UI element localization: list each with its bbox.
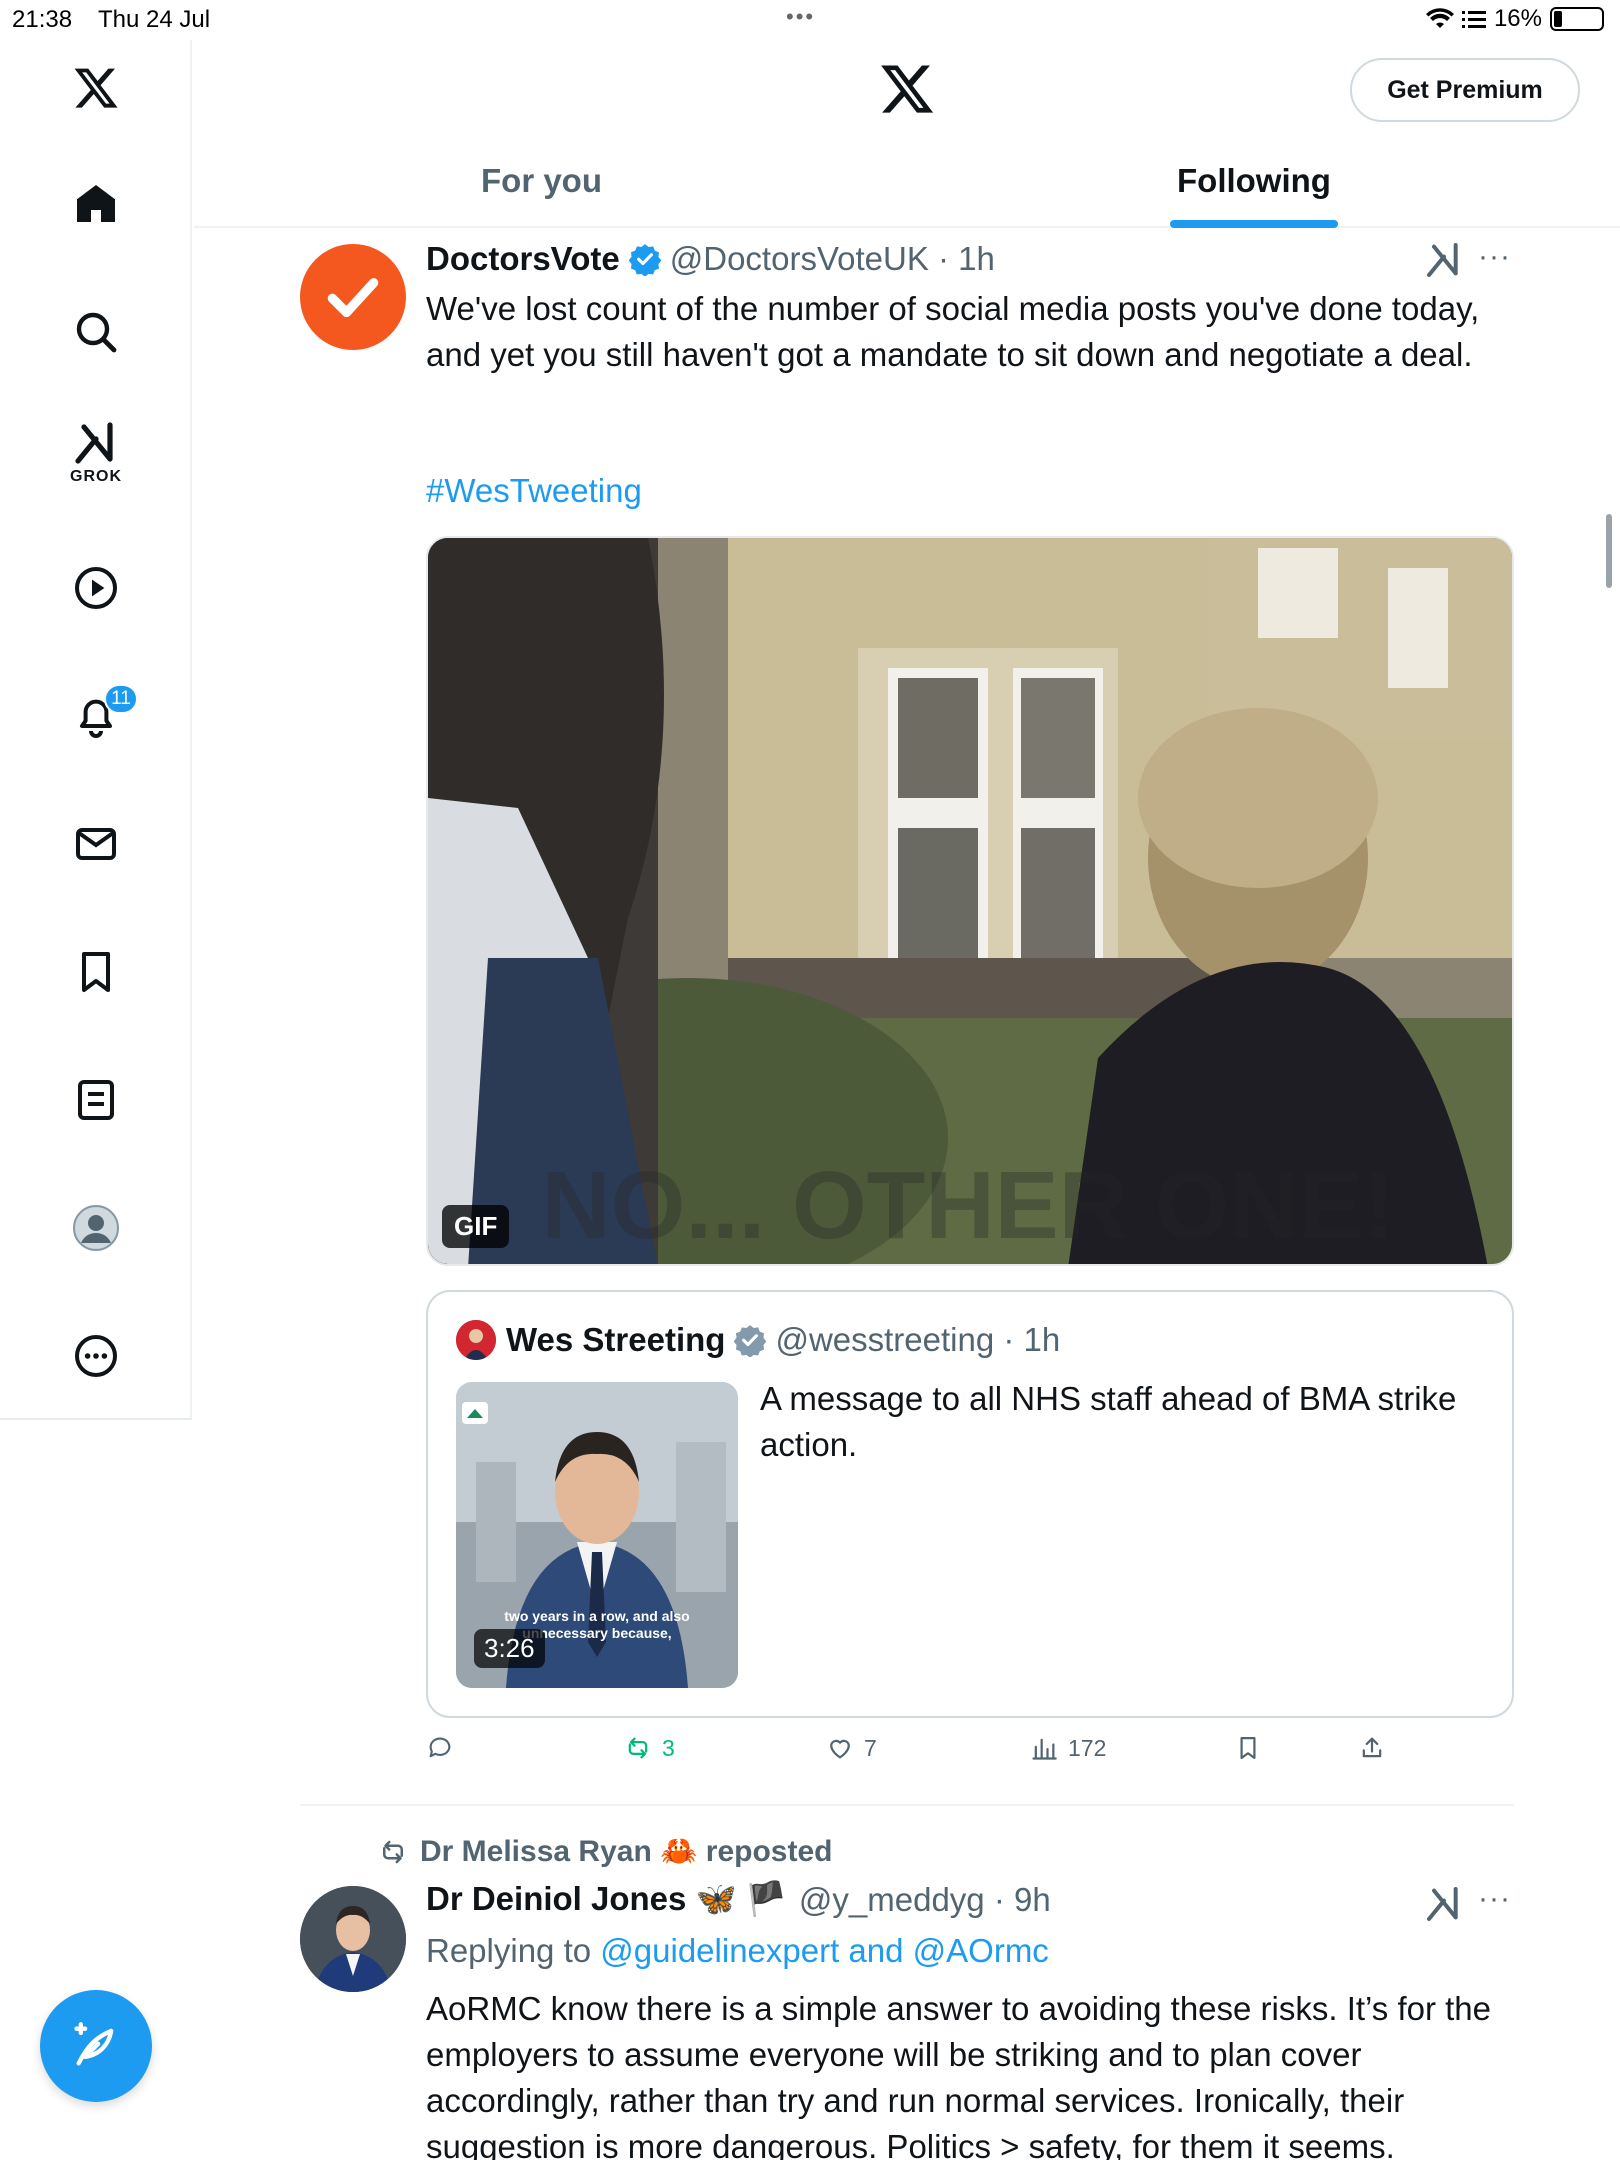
tweet1-hashtag-link[interactable]: #WesTweeting — [426, 472, 642, 510]
heart-icon — [830, 1739, 850, 1759]
video-duration: 3:26 — [474, 1629, 545, 1668]
compose-post-button[interactable] — [40, 1990, 152, 2102]
lists-icon[interactable] — [60, 1064, 132, 1136]
multitasking-dots-icon[interactable]: ••• — [786, 4, 815, 30]
status-time: 21:38 — [12, 6, 73, 33]
replying-to-links[interactable]: @guidelinexpert and @AOrmc — [600, 1932, 1049, 1969]
wifi-icon — [1425, 8, 1454, 29]
x-logo-glyph — [74, 68, 118, 108]
more-options-icon[interactable] — [60, 1320, 132, 1392]
avatar-photo — [300, 1886, 406, 1992]
grok-explain-icon-2[interactable] — [1424, 1884, 1464, 1924]
profile-avatar-icon[interactable] — [60, 1192, 132, 1264]
views-count: 172 — [1068, 1734, 1107, 1761]
repost-small-icon — [383, 1840, 403, 1863]
quote-handle-time[interactable]: @wesstreeting · 1h — [775, 1321, 1060, 1359]
svg-text:NO... OTHER ONE!: NO... OTHER ONE! — [541, 1152, 1394, 1259]
bookmark-button[interactable] — [1234, 1734, 1262, 1762]
gif-image: NO... OTHER ONE! — [428, 538, 1512, 1264]
video-icon[interactable] — [60, 552, 132, 624]
replying-prefix: Replying to — [426, 1932, 592, 1969]
active-tab-indicator — [1170, 220, 1338, 228]
gif-badge: GIF — [442, 1205, 510, 1248]
tweet-divider — [300, 1804, 1514, 1806]
deiniol-jones-avatar[interactable] — [300, 1886, 406, 1992]
scrollbar[interactable] — [1606, 514, 1612, 588]
tweet2-author-name[interactable]: Dr Deiniol Jones 🦋 🏴 — [426, 1880, 787, 1919]
share-button[interactable] — [1358, 1734, 1386, 1762]
bookmarks-icon[interactable] — [60, 936, 132, 1008]
like-count: 7 — [864, 1734, 877, 1761]
status-bar: 21:38 Thu 24 Jul ••• 16% — [0, 0, 1620, 40]
reposted-by-text: Dr Melissa Ryan 🦀 reposted — [420, 1835, 833, 1868]
battery-percent: 16% — [1493, 5, 1542, 32]
notification-badge: 11 — [104, 684, 138, 714]
share-icon — [1362, 1737, 1382, 1758]
views-button[interactable]: 172 — [1030, 1734, 1106, 1762]
verified-badge-icon — [628, 244, 662, 276]
status-date: Thu 24 Jul — [98, 6, 211, 33]
tab-for-you[interactable]: For you — [481, 162, 602, 200]
quote-header: Wes Streeting @wesstreeting · 1h — [456, 1320, 1060, 1360]
repost-icon — [628, 1737, 648, 1759]
x-logo-icon[interactable] — [60, 52, 132, 124]
battery-icon — [1550, 7, 1604, 31]
tweet2-more-icon[interactable]: ··· — [1478, 1882, 1511, 1916]
like-button[interactable]: 7 — [826, 1734, 877, 1762]
quote-video-thumbnail[interactable]: two years in a row, and also unnecessary… — [456, 1382, 738, 1688]
tweet1-text: We've lost count of the number of social… — [426, 290, 1480, 373]
reply-button[interactable] — [426, 1734, 464, 1762]
tweet1-more-icon[interactable]: ··· — [1478, 240, 1511, 274]
quoted-tweet-card[interactable]: Wes Streeting @wesstreeting · 1h two yea… — [426, 1290, 1514, 1718]
doctorsvote-avatar[interactable] — [300, 244, 406, 350]
search-icon[interactable] — [60, 296, 132, 368]
sidebar-divider — [0, 1418, 192, 1420]
grok-explain-icon[interactable] — [1424, 240, 1464, 280]
views-chart-icon — [1032, 1738, 1057, 1760]
quote-author-name[interactable]: Wes Streeting — [506, 1321, 725, 1359]
compose-feather-icon — [74, 2022, 114, 2066]
wes-streeting-avatar[interactable] — [456, 1320, 496, 1360]
bookmark-icon — [1240, 1736, 1256, 1760]
tweet1-action-bar: 3 7 172 — [426, 1734, 1526, 1774]
tweet1-handle-time[interactable]: @DoctorsVoteUK · 1h — [670, 240, 995, 278]
tweet2-handle-time[interactable]: @y_meddyg · 9h — [799, 1881, 1051, 1919]
tweet2-text: AoRMC know there is a simple answer to a… — [426, 1990, 1492, 2160]
grok-label: GROK — [70, 468, 122, 485]
grok-icon[interactable]: GROK — [60, 416, 132, 488]
messages-icon[interactable] — [60, 808, 132, 880]
timeline-header: Get Premium For you Following — [194, 40, 1620, 228]
quote-text: A message to all NHS staff ahead of BMA … — [760, 1380, 1457, 1463]
repost-button[interactable]: 3 — [624, 1734, 675, 1762]
reposted-by-line[interactable]: Dr Melissa Ryan 🦀 reposted — [378, 1834, 833, 1869]
tweet1-gif-media[interactable]: NO... OTHER ONE! GIF — [426, 536, 1514, 1266]
x-logo-center-icon — [881, 65, 934, 113]
replying-to-line: Replying to @guidelinexpert and @AOrmc — [426, 1932, 1049, 1970]
get-premium-button[interactable]: Get Premium — [1350, 58, 1580, 122]
home-icon[interactable] — [60, 168, 132, 240]
tweet1-author-name[interactable]: DoctorsVote — [426, 240, 620, 278]
tweet1-header: DoctorsVote @DoctorsVoteUK · 1h — [426, 240, 995, 278]
status-right: 16% — [1425, 5, 1604, 33]
reply-icon — [429, 1737, 451, 1758]
tab-following[interactable]: Following — [1177, 162, 1331, 200]
tweet2-header: Dr Deiniol Jones 🦋 🏴 @y_meddyg · 9h — [426, 1880, 1051, 1919]
checkmark-icon — [327, 278, 379, 318]
grey-verified-badge-icon — [734, 1325, 767, 1357]
repost-count: 3 — [662, 1734, 675, 1761]
list-icon — [1461, 11, 1486, 28]
